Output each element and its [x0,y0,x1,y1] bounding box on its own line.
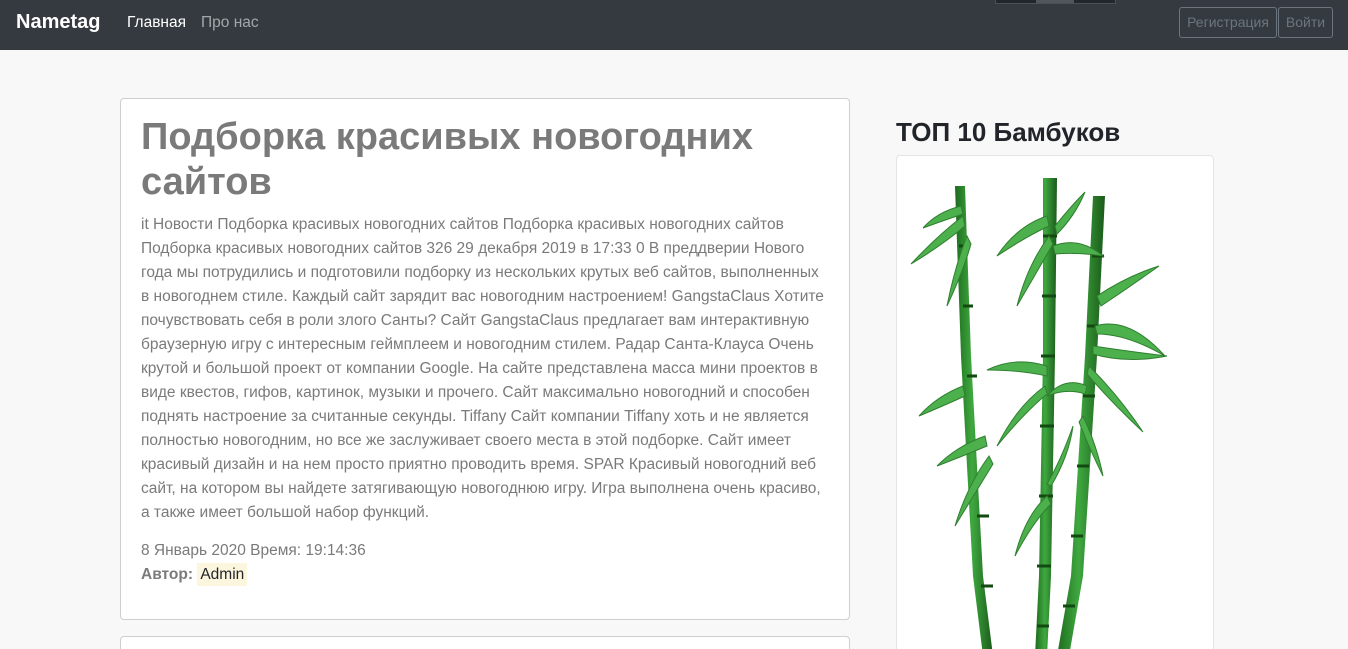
post-body: it Новости Подборка красивых новогодних … [141,216,824,521]
post-title[interactable]: Подборка красивых новогодних сайтов [141,115,829,205]
author-name[interactable]: Admin [197,563,248,586]
author-label: Автор: [141,566,194,583]
top-dropdown-tab[interactable] [995,0,1116,4]
nav-link-about[interactable]: Про нас [201,14,259,32]
navbar: Nametag Главная Про нас Регистрация Войт… [0,0,1348,50]
register-button[interactable]: Регистрация [1179,7,1277,38]
bamboo-illustration-icon [910,178,1168,649]
login-button[interactable]: Войти [1278,7,1333,38]
post-card: Подборка красивых новогодних сайтов it Н… [120,98,850,620]
next-post-card [120,636,850,649]
top-dropdown-handle [1036,0,1074,3]
nav-link-home[interactable]: Главная [127,14,186,32]
post-date: 8 Январь 2020 Время: 19:14:36 [141,542,366,559]
brand-logo[interactable]: Nametag [16,11,100,34]
post-author-row: Автор: Admin [141,563,829,587]
post-meta: 8 Январь 2020 Время: 19:14:36 Автор: Adm… [141,539,829,587]
sidebar-card [896,155,1214,649]
sidebar-title: ТОП 10 Бамбуков [896,117,1121,147]
